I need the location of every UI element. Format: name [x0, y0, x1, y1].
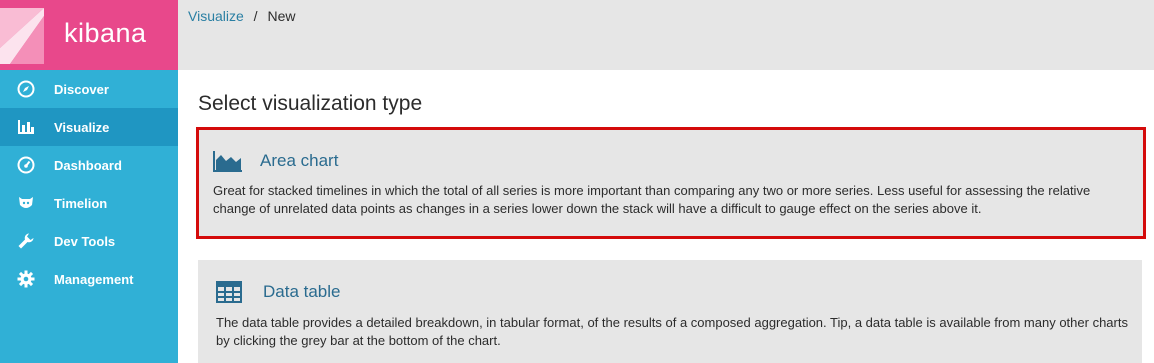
nav-label-management: Management: [54, 271, 134, 287]
data-table-title: Data table: [263, 282, 341, 301]
nav-item-dashboard[interactable]: Dashboard: [0, 146, 178, 184]
vis-type-data-table[interactable]: Data table The data table provides a det…: [198, 260, 1142, 363]
gear-icon: [16, 269, 36, 289]
nav-label-visualize: Visualize: [54, 119, 110, 135]
brand-name: kibana: [64, 18, 147, 48]
data-table-description: The data table provides a detailed break…: [216, 315, 1128, 348]
area-chart-description: Great for stacked timelines in which the…: [213, 183, 1091, 216]
card-header: Area chart: [213, 146, 1143, 176]
kibana-logo-icon: [0, 8, 44, 64]
nav-item-timelion[interactable]: Timelion: [0, 184, 178, 222]
nav-label-discover: Discover: [54, 81, 109, 97]
breadcrumb-visualize-link[interactable]: Visualize: [188, 8, 244, 24]
area-chart-icon: [213, 149, 243, 173]
sidebar: kibana Discover Visualize Dashboard Time…: [0, 0, 178, 363]
nav-label-dev-tools: Dev Tools: [54, 233, 116, 249]
nav-label-timelion: Timelion: [54, 195, 108, 211]
main-content: Visualize / New Select visualization typ…: [178, 0, 1154, 363]
table-icon: [216, 280, 246, 304]
dashboard-icon: [16, 155, 36, 175]
main-nav: Discover Visualize Dashboard Timelion De…: [0, 70, 178, 298]
nav-item-management[interactable]: Management: [0, 260, 178, 298]
wrench-icon: [16, 231, 36, 251]
vis-type-area-chart[interactable]: Area chart Great for stacked timelines i…: [196, 127, 1146, 239]
breadcrumb: Visualize / New: [188, 8, 295, 24]
page-title: Select visualization type: [198, 92, 423, 115]
area-chart-title: Area chart: [260, 151, 339, 170]
kibana-brand[interactable]: kibana: [0, 0, 178, 70]
bar-chart-icon: [16, 117, 36, 137]
breadcrumb-separator: /: [253, 8, 258, 24]
nav-item-discover[interactable]: Discover: [0, 70, 178, 108]
compass-icon: [16, 79, 36, 99]
card-header: Data table: [216, 277, 1142, 307]
nav-label-dashboard: Dashboard: [54, 157, 122, 173]
top-bar: Visualize / New: [178, 0, 1154, 70]
nav-item-visualize[interactable]: Visualize: [0, 108, 178, 146]
breadcrumb-current: New: [267, 8, 296, 24]
nav-item-dev-tools[interactable]: Dev Tools: [0, 222, 178, 260]
timelion-icon: [16, 193, 36, 213]
